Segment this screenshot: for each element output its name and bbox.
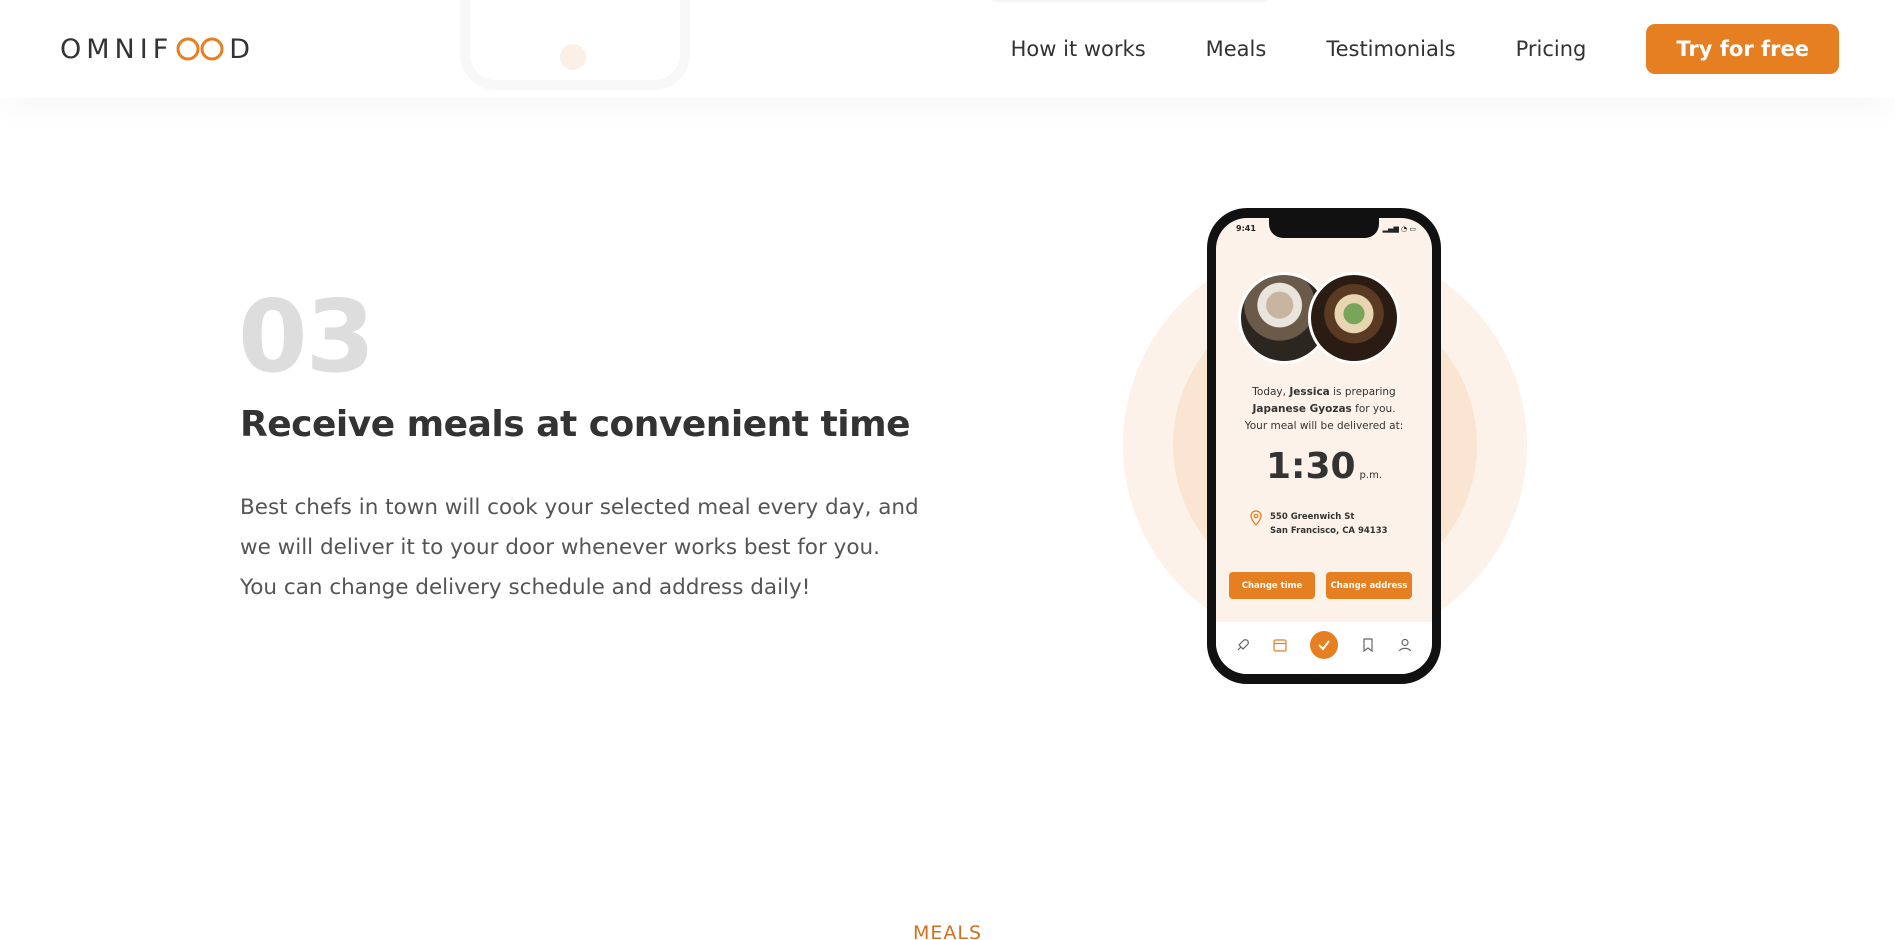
change-address-button[interactable]: Change address <box>1326 572 1412 599</box>
phone-status-time: 9:41 <box>1236 224 1256 233</box>
chef-name: Jessica <box>1289 386 1330 398</box>
msg-prefix: Today, <box>1252 386 1290 398</box>
delivery-address: 550 Greenwich St San Francisco, CA 94133 <box>1250 510 1388 538</box>
bookmark-icon[interactable] <box>1360 637 1376 653</box>
msg-line1-suffix: is preparing <box>1329 386 1396 398</box>
location-pin-icon <box>1250 510 1262 526</box>
site-header: OMNIF D How it works Meals Testimonials … <box>0 0 1895 98</box>
nav-link-how-it-works[interactable]: How it works <box>1011 37 1146 61</box>
msg-line3: Your meal will be delivered at: <box>1244 420 1404 432</box>
dish-name: Japanese Gyozas <box>1252 403 1352 415</box>
step-title: Receive meals at convenient time <box>240 404 911 445</box>
previous-step-dot-faded <box>560 44 586 70</box>
change-time-button[interactable]: Change time <box>1229 572 1315 599</box>
phone-message: Today, Jessica is preparing Japanese Gyo… <box>1216 384 1432 435</box>
phone-tab-bar <box>1216 622 1432 674</box>
phone-mockup: 9:41 ▂▄▆ ◔ ▭ Today, Jessica is preparing… <box>1207 208 1441 684</box>
delivery-time: 1:30 p.m. <box>1216 446 1432 487</box>
address-line-2: San Francisco, CA 94133 <box>1270 526 1388 536</box>
calendar-icon[interactable] <box>1272 637 1288 653</box>
previous-step-text-faded <box>990 0 1270 2</box>
nav-link-meals[interactable]: Meals <box>1206 37 1267 61</box>
user-icon[interactable] <box>1397 637 1413 653</box>
try-for-free-button[interactable]: Try for free <box>1646 24 1839 74</box>
checkmark-icon[interactable] <box>1309 631 1338 659</box>
msg-line2-suffix: for you. <box>1351 403 1396 415</box>
logo-text-left: OMNIF <box>60 33 174 65</box>
step-number: 03 <box>238 278 375 395</box>
gyoza-photo <box>1308 272 1400 364</box>
main-nav: How it works Meals Testimonials Pricing … <box>1011 24 1839 74</box>
phone-notch <box>1269 218 1379 238</box>
nav-link-testimonials[interactable]: Testimonials <box>1326 37 1455 61</box>
infinity-logo-icon <box>175 36 225 62</box>
step-description: Best chefs in town will cook your select… <box>240 495 919 600</box>
logo-text-right: D <box>229 33 256 65</box>
meals-section-subheading: MEALS <box>912 922 983 940</box>
phone-screen: 9:41 ▂▄▆ ◔ ▭ Today, Jessica is preparing… <box>1216 218 1432 674</box>
nav-link-pricing[interactable]: Pricing <box>1516 37 1587 61</box>
address-line-1: 550 Greenwich St <box>1270 512 1355 522</box>
delivery-time-suffix: p.m. <box>1359 470 1382 481</box>
rocket-icon[interactable] <box>1235 637 1251 653</box>
delivery-time-value: 1:30 <box>1266 446 1356 487</box>
phone-status-icons: ▂▄▆ ◔ ▭ <box>1382 225 1416 233</box>
omnifood-logo[interactable]: OMNIF D <box>60 34 255 65</box>
